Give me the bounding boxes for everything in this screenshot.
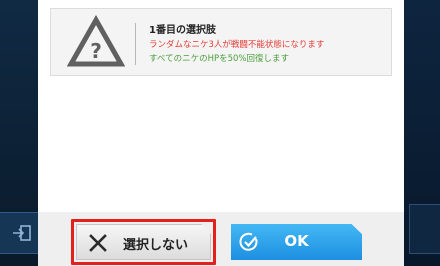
ok-button-label: OK [284,232,309,250]
option-positive-effect: すべてのニケのHPを50%回復します [149,54,289,64]
cancel-button[interactable]: 選択しない [76,224,211,260]
close-icon [89,234,107,252]
svg-text:?: ? [90,39,102,63]
option-divider [135,23,136,65]
option-card[interactable]: ? 1番目の選択肢 ランダムなニケ3人が戦闘不能状態になります すべてのニケのH… [50,8,392,76]
background-side-panel [409,204,440,254]
warning-question-icon: ? [67,15,125,67]
exit-door-icon [13,225,31,241]
option-title: 1番目の選択肢 [149,25,216,36]
cancel-button-label: 選択しない [123,238,189,253]
ok-button[interactable]: OK [231,224,362,260]
option-negative-effect: ランダムなニケ3人が戦闘不能状態になります [149,40,325,50]
